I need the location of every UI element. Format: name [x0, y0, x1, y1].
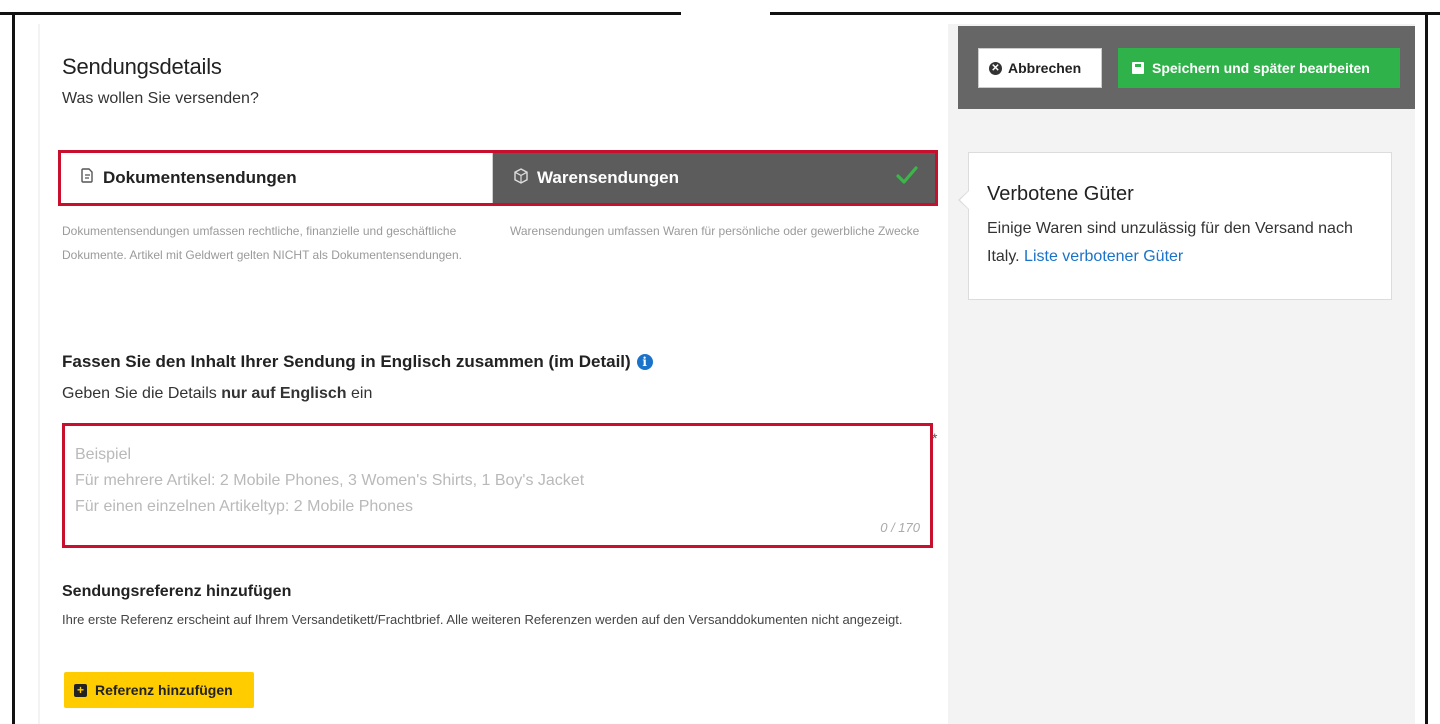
save-and-edit-later-button[interactable]: Speichern und später bearbeiten	[1118, 48, 1400, 88]
cancel-label: Abbrechen	[1008, 60, 1082, 76]
instruction-suffix: ein	[346, 385, 373, 402]
document-icon	[79, 168, 95, 188]
add-reference-button[interactable]: + Referenz hinzufügen	[64, 672, 254, 708]
checkmark-icon	[895, 163, 919, 192]
option-goods-label: Warensendungen	[537, 168, 679, 187]
section-subtitle: Was wollen Sie versenden?	[62, 90, 259, 107]
content-summary-title: Fassen Sie den Inhalt Ihrer Sendung in E…	[62, 352, 653, 372]
top-frame-line-right	[770, 12, 1440, 15]
textarea-placeholder: Beispiel Für mehrere Artikel: 2 Mobile P…	[75, 446, 585, 515]
goods-shipment-description: Warensendungen umfassen Waren für persön…	[510, 224, 920, 238]
right-frame-line	[1425, 12, 1428, 724]
package-icon	[513, 168, 529, 188]
left-frame-line	[12, 12, 15, 724]
add-reference-label: Referenz hinzufügen	[95, 682, 233, 698]
reference-description: Ihre erste Referenz erscheint auf Ihrem …	[62, 612, 903, 627]
document-shipment-description: Dokumentensendungen umfassen rechtliche,…	[62, 224, 462, 262]
section-title: Sendungsdetails	[62, 54, 222, 79]
character-counter: 0 / 170	[880, 520, 920, 535]
prohibited-goods-text: Einige Waren sind unzulässig für den Ver…	[987, 215, 1377, 271]
save-icon	[1132, 62, 1144, 74]
info-icon[interactable]: i	[636, 354, 653, 370]
content-summary-title-text: Fassen Sie den Inhalt Ihrer Sendung in E…	[62, 352, 631, 371]
top-frame-line-left	[0, 12, 681, 15]
option-document-shipment[interactable]: Dokumentensendungen	[61, 153, 493, 203]
instruction-bold: nur auf Englisch	[221, 385, 347, 402]
cancel-button[interactable]: ✕ Abbrechen	[978, 48, 1102, 88]
content-summary-textarea[interactable]: Beispiel Für mehrere Artikel: 2 Mobile P…	[62, 423, 933, 548]
save-label: Speichern und später bearbeiten	[1152, 60, 1370, 76]
plus-icon: +	[74, 683, 87, 697]
content-summary-instruction: Geben Sie die Details nur auf Englisch e…	[62, 385, 372, 403]
info-card-pointer-inner	[960, 191, 969, 209]
prohibited-goods-title: Verbotene Güter	[987, 183, 1134, 205]
option-document-label: Dokumentensendungen	[103, 168, 297, 187]
option-goods-shipment[interactable]: Warensendungen	[493, 153, 935, 203]
reference-title: Sendungsreferenz hinzufügen	[62, 583, 292, 600]
prohibited-goods-link[interactable]: Liste verbotener Güter	[1024, 248, 1183, 265]
shipment-type-toggle: Dokumentensendungen Warensendungen	[58, 150, 938, 206]
close-icon: ✕	[989, 61, 1002, 75]
prohibited-goods-card: Verbotene Güter Einige Waren sind unzulä…	[968, 152, 1392, 300]
required-marker: *	[932, 430, 938, 446]
instruction-prefix: Geben Sie die Details	[62, 385, 222, 402]
